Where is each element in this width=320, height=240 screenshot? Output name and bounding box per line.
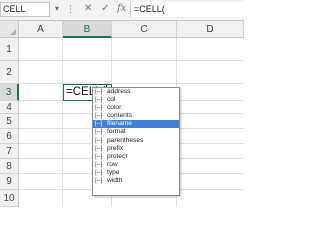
argument-value-icon: [--] (95, 161, 103, 168)
autocomplete-item-label: address (107, 88, 131, 95)
autocomplete-item-type[interactable]: [--] type (93, 169, 179, 177)
argument-value-icon: [--] (95, 113, 103, 120)
row-header-7[interactable]: 7 (0, 144, 19, 159)
argument-value-icon: [--] (95, 145, 103, 152)
insert-function-button[interactable]: fx (117, 1, 126, 17)
column-header-b[interactable]: B (63, 21, 112, 38)
column-header-d[interactable]: D (177, 21, 244, 38)
cancel-button[interactable]: ✕ (84, 1, 92, 17)
name-box[interactable]: CELL (0, 2, 50, 17)
autocomplete-item-label: type (107, 168, 120, 176)
argument-value-icon: [--] (95, 178, 103, 185)
autocomplete-item-parentheses[interactable]: [--] parentheses (93, 137, 179, 145)
autocomplete-item-filename[interactable]: [--] filename (93, 120, 179, 129)
enter-button[interactable]: ✓ (101, 1, 109, 17)
autocomplete-item-row[interactable]: [--] row (93, 161, 179, 169)
row-header-4[interactable]: 4 (0, 101, 19, 114)
argument-value-icon: [--] (95, 153, 103, 160)
select-all-icon (10, 29, 16, 35)
argument-value-icon: [--] (95, 97, 103, 104)
row-header-10[interactable]: 10 (0, 190, 19, 207)
argument-value-icon: [--] (95, 105, 103, 112)
row-header-1[interactable]: 1 (0, 38, 19, 61)
autocomplete-item-contents[interactable]: [--] contents (93, 112, 179, 120)
autocomplete-item-width[interactable]: [--] width (93, 177, 179, 185)
formula-input[interactable]: =CELL( (130, 2, 244, 17)
autocomplete-item-label: contents (107, 112, 132, 120)
argument-value-icon: [--] (95, 121, 103, 128)
autocomplete-item-label: format (107, 128, 126, 136)
row-header-8[interactable]: 8 (0, 159, 19, 174)
row-header-3[interactable]: 3 (0, 84, 19, 101)
row-header-2[interactable]: 2 (0, 61, 19, 84)
autocomplete-item-color[interactable]: [--] color (93, 104, 179, 112)
gridline (62, 38, 63, 207)
row-header-6[interactable]: 6 (0, 129, 19, 144)
autocomplete-item-label: width (107, 177, 123, 185)
gridline (19, 60, 244, 61)
autocomplete-item-prefix[interactable]: [--] prefix (93, 145, 179, 153)
formula-bar-grip-icon: ⋮ (66, 4, 75, 14)
autocomplete-item-label: col (107, 96, 116, 104)
argument-value-icon: [--] (95, 169, 103, 176)
gridline (19, 83, 244, 84)
autocomplete-item-label: filename (107, 120, 132, 128)
autocomplete-item-address[interactable]: [--] address (93, 88, 179, 96)
row-header-9[interactable]: 9 (0, 174, 19, 190)
name-box-dropdown-icon[interactable]: ▾ (55, 1, 59, 17)
autocomplete-item-label: prefix (107, 144, 124, 152)
argument-value-icon: [--] (95, 129, 103, 136)
select-all-button[interactable] (0, 21, 19, 38)
autocomplete-item-label: protect (107, 152, 128, 160)
autocomplete-item-format[interactable]: [--] format (93, 128, 179, 136)
autocomplete-item-label: row (107, 160, 118, 168)
autocomplete-list[interactable]: [--] address [--] col [--] color [--] contents[… (92, 87, 180, 196)
argument-value-icon: [--] (95, 89, 103, 95)
column-header-a[interactable]: A (19, 21, 63, 38)
autocomplete-item-col[interactable]: [--] col (93, 96, 179, 104)
column-header-c[interactable]: C (112, 21, 177, 38)
autocomplete-item-label: color (107, 104, 122, 112)
formula-bar: CELL ▾ ⋮ ✕ ✓ fx =CELL( (0, 0, 244, 21)
autocomplete-item-protect[interactable]: [--] protect (93, 153, 179, 161)
autocomplete-item-label: parentheses (107, 136, 144, 144)
row-header-5[interactable]: 5 (0, 114, 19, 129)
argument-value-icon: [--] (95, 137, 103, 144)
